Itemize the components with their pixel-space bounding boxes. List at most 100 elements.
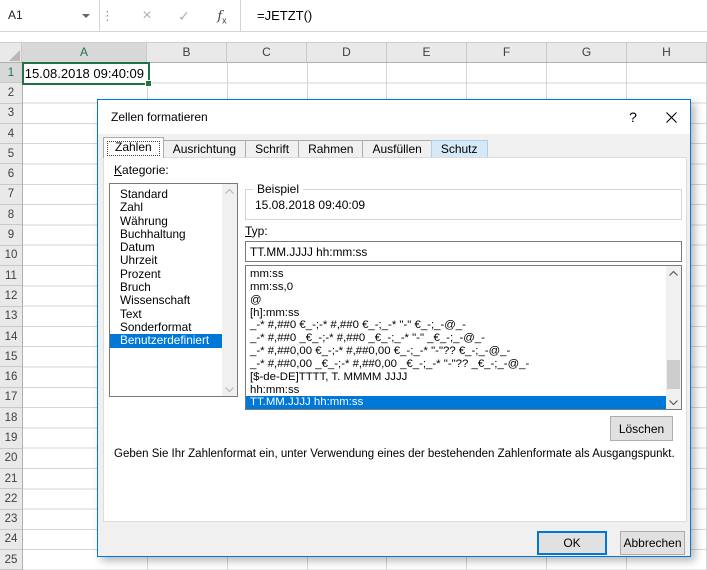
category-item[interactable]: Standard (110, 188, 224, 201)
row-header[interactable]: 3 (0, 104, 22, 124)
format-item-label: TT.MM.JJJJ hh:mm:ss (250, 396, 363, 408)
dialog-close-icon[interactable] (653, 101, 689, 133)
name-box-dropdown-icon[interactable] (82, 14, 90, 18)
category-item[interactable]: Text (110, 308, 224, 321)
column-header[interactable]: E (387, 43, 467, 62)
scroll-down-icon[interactable] (666, 395, 681, 409)
row-header[interactable]: 22 (0, 489, 22, 509)
dialog-tab[interactable]: Schrift (245, 140, 299, 158)
category-item[interactable]: Benutzerdefiniert (110, 334, 224, 347)
column-header[interactable]: B (147, 43, 227, 62)
category-item-label: Text (120, 307, 142, 321)
format-item[interactable]: @ (246, 294, 666, 307)
format-item[interactable]: TT.MM.JJJJ hh:mm:ss (246, 396, 666, 409)
dialog-tab[interactable]: Zahlen (103, 137, 164, 158)
row-header[interactable]: 6 (0, 164, 22, 184)
dialog-tab[interactable]: Schutz (431, 140, 488, 158)
row-header[interactable]: 17 (0, 388, 22, 408)
category-item[interactable]: Prozent (110, 268, 224, 281)
dialog-tab[interactable]: Ausfüllen (362, 140, 431, 158)
column-header[interactable]: D (307, 43, 387, 62)
insert-function-icon[interactable]: fx (211, 6, 233, 26)
category-listbox[interactable]: StandardZahlWährungBuchhaltungDatumUhrze… (109, 183, 238, 397)
row-header-label: 3 (8, 107, 14, 119)
category-item[interactable]: Uhrzeit (110, 254, 224, 267)
enter-entry-icon[interactable]: ✓ (173, 6, 195, 26)
tab-label: Ausfüllen (372, 142, 421, 156)
cancel-entry-icon[interactable]: × (136, 6, 158, 26)
row-header[interactable]: 5 (0, 144, 22, 164)
type-input-value: TT.MM.JJJJ hh:mm:ss (250, 245, 367, 259)
category-item[interactable]: Buchhaltung (110, 228, 224, 241)
scroll-down-icon[interactable] (222, 382, 237, 396)
formula-input[interactable]: =JETZT() (240, 0, 707, 31)
row-header[interactable]: 1 (0, 63, 22, 83)
dialog-help-text: Geben Sie Ihr Zahlenformat ein, unter Ve… (114, 448, 686, 460)
type-input[interactable]: TT.MM.JJJJ hh:mm:ss (245, 241, 682, 262)
row-header[interactable]: 2 (0, 83, 22, 103)
format-item[interactable]: [$-de-DE]TTTT, T. MMMM JJJJ (246, 371, 666, 384)
row-header[interactable]: 16 (0, 367, 22, 387)
cancel-button[interactable]: Abbrechen (620, 531, 685, 555)
format-items: mm:ssmm:ss,0@[h]:mm:ss_-* #,##0 €_-;-* #… (246, 268, 681, 409)
column-header[interactable]: F (467, 43, 547, 62)
category-item[interactable]: Sonderformat (110, 321, 224, 334)
column-header-label: H (662, 45, 671, 59)
column-header[interactable]: C (227, 43, 307, 62)
active-cell-a1[interactable]: 15.08.2018 09:40:09 (22, 62, 150, 85)
format-item[interactable]: mm:ss,0 (246, 281, 666, 294)
format-item[interactable]: _-* #,##0 _€_-;-* #,##0 _€_-;_-* "-" _€_… (246, 332, 666, 345)
row-header[interactable]: 13 (0, 307, 22, 327)
format-item[interactable]: mm:ss (246, 268, 666, 281)
category-item[interactable]: Währung (110, 215, 224, 228)
row-header-label: 16 (5, 371, 18, 383)
category-item[interactable]: Bruch (110, 281, 224, 294)
scroll-up-icon[interactable] (222, 184, 237, 198)
row-header[interactable]: 7 (0, 185, 22, 205)
tab-label: Schrift (255, 142, 289, 156)
dialog-tab[interactable]: Ausrichtung (163, 140, 246, 158)
format-item-label: [h]:mm:ss (250, 307, 299, 319)
name-box[interactable]: A1 (0, 0, 100, 31)
dialog-titlebar[interactable]: Zellen formatieren ? (98, 100, 690, 134)
row-header[interactable]: 24 (0, 530, 22, 550)
row-header[interactable]: 8 (0, 205, 22, 225)
scrollbar-thumb[interactable] (667, 360, 680, 389)
row-header[interactable]: 12 (0, 286, 22, 306)
row-header[interactable]: 19 (0, 428, 22, 448)
row-header[interactable]: 11 (0, 266, 22, 286)
column-header[interactable]: A (22, 43, 147, 62)
row-header[interactable]: 23 (0, 510, 22, 530)
ok-button[interactable]: OK (537, 531, 607, 555)
row-header[interactable]: 20 (0, 449, 22, 469)
delete-button[interactable]: Löschen (610, 416, 673, 441)
dialog-tab[interactable]: Rahmen (298, 140, 363, 158)
dialog-help-button[interactable]: ? (615, 101, 651, 133)
row-header[interactable]: 25 (0, 550, 22, 570)
category-item-label: Prozent (120, 267, 161, 281)
format-item[interactable]: _-* #,##0 €_-;-* #,##0 €_-;_-* "-" €_-;_… (246, 319, 666, 332)
row-header[interactable]: 9 (0, 225, 22, 245)
format-item[interactable]: _-* #,##0,00 _€_-;-* #,##0,00 _€_-;_-* "… (246, 358, 666, 371)
row-header[interactable]: 15 (0, 347, 22, 367)
scroll-up-icon[interactable] (666, 266, 681, 280)
column-header[interactable]: G (547, 43, 627, 62)
row-header[interactable]: 14 (0, 327, 22, 347)
fill-handle[interactable] (145, 80, 152, 87)
category-item[interactable]: Zahl (110, 201, 224, 214)
column-header[interactable]: H (627, 43, 707, 62)
format-item[interactable]: [h]:mm:ss (246, 307, 666, 320)
format-item[interactable]: _-* #,##0,00 €_-;-* #,##0,00 €_-;_-* "-"… (246, 345, 666, 358)
category-item-label: Datum (120, 240, 155, 254)
format-listbox[interactable]: mm:ssmm:ss,0@[h]:mm:ss_-* #,##0 €_-;-* #… (245, 265, 682, 410)
row-header[interactable]: 10 (0, 246, 22, 266)
row-header[interactable]: 18 (0, 408, 22, 428)
select-all-corner[interactable] (0, 43, 22, 62)
format-scrollbar[interactable] (666, 266, 681, 409)
category-scrollbar[interactable] (222, 184, 237, 396)
category-item[interactable]: Wissenschaft (110, 294, 224, 307)
category-item[interactable]: Datum (110, 241, 224, 254)
row-header[interactable]: 4 (0, 124, 22, 144)
row-header[interactable]: 21 (0, 469, 22, 489)
format-item[interactable]: hh:mm:ss (246, 384, 666, 397)
